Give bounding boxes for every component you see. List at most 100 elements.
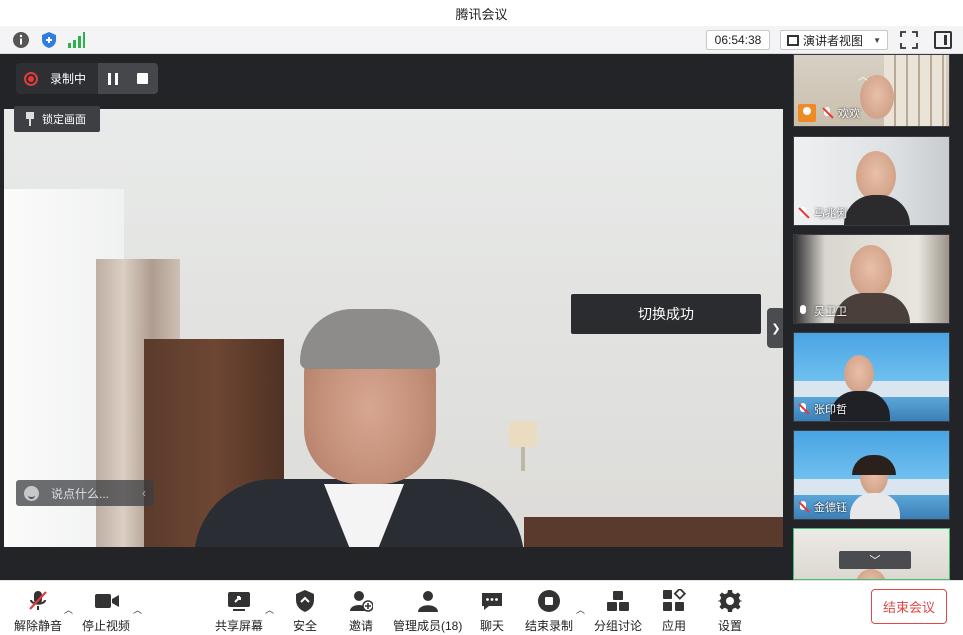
shield-icon	[293, 589, 317, 613]
lock-view-button[interactable]: 锁定画面	[14, 106, 100, 132]
wall-lamp-scene	[509, 421, 537, 471]
chat-icon	[480, 589, 504, 613]
manage-members-label: 管理成员(18)	[393, 619, 463, 633]
apps-label: 应用	[662, 619, 687, 633]
main-video-area: 录制中 锁定画面 切换成功 ❯ 说点什么... ‹	[0, 54, 785, 580]
chevron-up-icon[interactable]: ︿	[133, 603, 142, 616]
chevron-left-icon[interactable]: ‹	[142, 486, 146, 500]
chat-quick-input[interactable]: 说点什么... ‹	[16, 480, 154, 506]
chat-label: 聊天	[480, 619, 505, 633]
participant-face	[856, 569, 886, 579]
chevron-right-icon: ❯	[771, 322, 781, 335]
stop-record-icon	[537, 589, 561, 613]
recording-controls	[98, 63, 158, 94]
end-recording-button[interactable]: 结束录制	[525, 589, 573, 634]
share-screen-icon	[227, 589, 251, 613]
bottom-toolbar: 解除静音 ︿ 停止视频 ︿ 共享屏幕 ︿ 安全 邀请 管理成员(18) 聊天 结…	[0, 580, 963, 635]
chevron-up-icon[interactable]: ︿	[265, 603, 274, 616]
lock-view-label: 锁定画面	[42, 114, 86, 126]
settings-button[interactable]: 设置	[717, 589, 743, 634]
participant-name-text: 马兆俐	[814, 208, 847, 220]
speaker-hair	[300, 309, 440, 369]
participant-tile[interactable]: 吴卫卫	[793, 234, 950, 324]
gear-icon	[717, 589, 743, 613]
view-mode-dropdown[interactable]: 演讲者视图 ▼	[780, 30, 888, 50]
mic-muted-icon	[26, 589, 50, 613]
add-user-icon	[349, 589, 374, 613]
invite-label: 邀请	[349, 619, 374, 633]
apps-icon	[662, 587, 687, 613]
emoji-icon[interactable]	[24, 485, 39, 501]
shield-icon[interactable]	[40, 31, 58, 49]
participant-name: 马兆俐	[798, 205, 847, 221]
share-screen-button[interactable]: 共享屏幕	[215, 589, 263, 634]
participant-tile[interactable]: ︿ 欢欢	[793, 54, 950, 127]
speaker-view-icon	[787, 34, 799, 46]
mic-muted-icon	[798, 500, 808, 514]
share-screen-label: 共享屏幕	[215, 619, 264, 633]
invite-button[interactable]: 邀请	[349, 589, 374, 634]
participant-name: 欢欢	[798, 104, 860, 122]
participant-body	[844, 195, 910, 225]
participant-tile[interactable]: 金德钰	[793, 430, 950, 520]
record-icon	[24, 71, 38, 86]
end-recording-label: 结束录制	[525, 619, 574, 633]
mic-muted-icon	[822, 106, 832, 120]
chevron-up-icon[interactable]: ︿	[858, 68, 868, 83]
fullscreen-icon[interactable]	[900, 31, 918, 49]
security-label: 安全	[293, 619, 318, 633]
members-icon	[416, 589, 440, 613]
end-meeting-button[interactable]: 结束会议	[871, 589, 947, 624]
participant-face	[850, 245, 892, 297]
participant-name-text: 金德钰	[814, 502, 847, 514]
chat-button[interactable]: 聊天	[480, 589, 504, 634]
participant-face	[844, 355, 874, 393]
chat-placeholder: 说点什么...	[51, 486, 110, 501]
chevron-down-icon: ﹀	[869, 555, 881, 567]
chevron-up-icon[interactable]: ︿	[576, 603, 585, 616]
apps-button[interactable]: 应用	[662, 587, 687, 634]
status-bar: 06:54:38 演讲者视图 ▼	[0, 26, 963, 54]
participant-name: 吴卫卫	[798, 303, 847, 319]
chevron-up-icon[interactable]: ︿	[64, 603, 73, 616]
participant-name: 金德钰	[798, 499, 847, 515]
info-icon[interactable]	[12, 31, 30, 49]
stop-video-button[interactable]: 停止视频	[82, 589, 130, 634]
participant-name: 张印哲	[798, 401, 847, 417]
manage-members-button[interactable]: 管理成员(18)	[393, 589, 462, 634]
participant-name-text: 欢欢	[838, 108, 860, 120]
breakout-icon	[606, 589, 630, 613]
participant-face	[856, 151, 896, 201]
mic-muted-icon	[798, 206, 808, 220]
scroll-down-button[interactable]: ﹀	[839, 551, 911, 569]
title-bar: 腾讯会议	[0, 0, 963, 26]
stop-video-label: 停止视频	[82, 619, 131, 633]
side-panel-icon[interactable]	[934, 31, 952, 49]
window-title: 腾讯会议	[455, 6, 508, 22]
mic-icon	[798, 304, 808, 318]
view-mode-label: 演讲者视图	[803, 33, 864, 48]
mic-muted-icon	[798, 402, 808, 416]
participant-tile[interactable]: 张印哲	[793, 332, 950, 422]
participant-tile[interactable]: 马兆俐	[793, 136, 950, 226]
unmute-label: 解除静音	[14, 619, 63, 633]
security-button[interactable]: 安全	[293, 589, 317, 634]
breakout-label: 分组讨论	[594, 619, 643, 633]
unmute-button[interactable]: 解除静音	[14, 589, 62, 634]
stop-icon[interactable]	[137, 73, 149, 84]
recording-label: 录制中	[50, 72, 87, 86]
chevron-down-icon: ▼	[873, 35, 881, 45]
signal-icon[interactable]	[67, 31, 85, 49]
bed-scene	[524, 517, 783, 547]
video-camera-icon	[94, 589, 119, 613]
participants-panel: ︿ 欢欢 马兆俐 吴卫卫 张印哲 金德钰 ﹀	[783, 54, 963, 580]
pin-icon	[26, 112, 34, 126]
meeting-timer: 06:54:38	[706, 30, 770, 50]
breakout-button[interactable]: 分组讨论	[594, 589, 642, 634]
pause-icon[interactable]	[107, 72, 118, 85]
participant-name-text: 张印哲	[814, 404, 847, 416]
toast-message: 切换成功	[571, 294, 761, 334]
settings-label: 设置	[718, 619, 743, 633]
recording-indicator: 录制中	[16, 63, 158, 94]
user-avatar-icon	[798, 104, 816, 122]
